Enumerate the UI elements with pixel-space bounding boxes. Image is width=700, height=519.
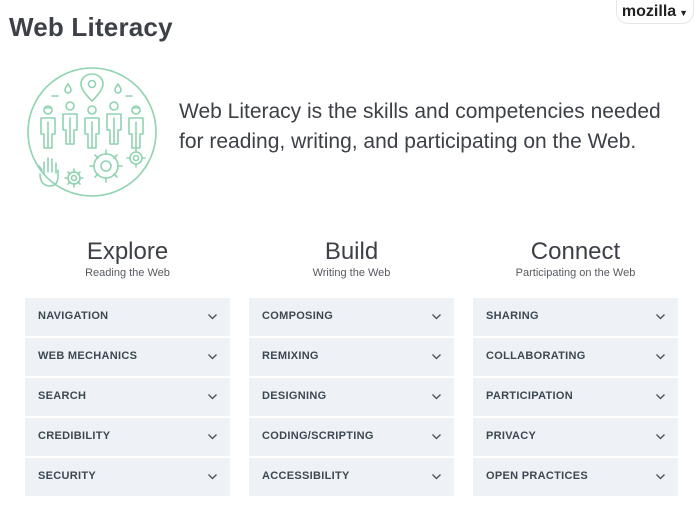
skill-item-label: SEARCH: [38, 390, 87, 402]
skill-item-label: CREDIBILITY: [38, 430, 111, 442]
skill-item-label: PRIVACY: [486, 430, 537, 442]
skill-item-designing[interactable]: DESIGNING: [249, 378, 454, 416]
skill-item-participation[interactable]: PARTICIPATION: [473, 378, 678, 416]
skill-item-collaborating[interactable]: COLLABORATING: [473, 338, 678, 376]
connect-column: Connect Participating on the Web SHARING…: [473, 238, 678, 498]
skill-item-label: OPEN PRACTICES: [486, 470, 588, 482]
skill-item-label: SHARING: [486, 310, 539, 322]
skill-item-label: COLLABORATING: [486, 350, 586, 362]
skill-item-credibility[interactable]: CREDIBILITY: [25, 418, 230, 456]
hero-description: Web Literacy is the skills and competenc…: [179, 100, 661, 153]
mozilla-logo-text: mozilla: [621, 2, 677, 20]
chevron-down-icon: [208, 473, 217, 479]
column-subtitle: Reading the Web: [85, 267, 170, 279]
column-subtitle: Writing the Web: [312, 267, 391, 279]
column-title: Build: [324, 238, 379, 265]
skill-item-label: DESIGNING: [262, 390, 327, 402]
chevron-down-icon: [432, 473, 441, 479]
skill-item-label: NAVIGATION: [38, 310, 109, 322]
explore-column: Explore Reading the Web NAVIGATION WEB M…: [25, 238, 230, 498]
skill-item-label: COMPOSING: [262, 310, 334, 322]
skill-item-web-mechanics[interactable]: WEB MECHANICS: [25, 338, 230, 376]
skill-item-label: PARTICIPATION: [486, 390, 574, 402]
chevron-down-icon: [656, 433, 665, 439]
skill-item-security[interactable]: SECURITY: [25, 458, 230, 496]
column-title: Explore: [86, 238, 169, 265]
skill-item-sharing[interactable]: SHARING: [473, 298, 678, 336]
skill-item-label: WEB MECHANICS: [38, 350, 138, 362]
chevron-down-icon: [208, 353, 217, 359]
chevron-down-icon: [432, 313, 441, 319]
skill-item-composing[interactable]: COMPOSING: [249, 298, 454, 336]
chevron-down-icon: [656, 353, 665, 359]
skill-item-search[interactable]: SEARCH: [25, 378, 230, 416]
page-title: Web Literacy: [9, 12, 173, 42]
chevron-down-icon: [208, 433, 217, 439]
skill-item-label: REMIXING: [262, 350, 319, 362]
skill-item-coding-scripting[interactable]: CODING/SCRIPTING: [249, 418, 454, 456]
chevron-down-icon: [208, 393, 217, 399]
chevron-down-icon: [656, 393, 665, 399]
chevron-down-icon: [432, 353, 441, 359]
chevron-down-icon: [656, 313, 665, 319]
chevron-down-icon: ▼: [679, 7, 689, 18]
column-title: Connect: [530, 238, 621, 265]
skill-item-accessibility[interactable]: ACCESSIBILITY: [249, 458, 454, 496]
column-subtitle: Participating on the Web: [515, 267, 636, 279]
people-community-icon: [27, 67, 157, 197]
skill-item-navigation[interactable]: NAVIGATION: [25, 298, 230, 336]
mozilla-menu-button[interactable]: mozilla ▼: [616, 0, 694, 24]
skill-item-label: SECURITY: [38, 470, 97, 482]
skill-item-label: ACCESSIBILITY: [262, 470, 350, 482]
skill-item-open-practices[interactable]: OPEN PRACTICES: [473, 458, 678, 496]
chevron-down-icon: [208, 313, 217, 319]
skill-list: COMPOSING REMIXING DESIGNING CODING/SCRI…: [249, 298, 454, 496]
chevron-down-icon: [432, 393, 441, 399]
skill-list: SHARING COLLABORATING PARTICIPATION PRIV…: [473, 298, 678, 496]
build-column: Build Writing the Web COMPOSING REMIXING…: [249, 238, 454, 498]
skill-item-privacy[interactable]: PRIVACY: [473, 418, 678, 456]
skill-item-label: CODING/SCRIPTING: [262, 430, 374, 442]
chevron-down-icon: [656, 473, 665, 479]
skill-item-remixing[interactable]: REMIXING: [249, 338, 454, 376]
chevron-down-icon: [432, 433, 441, 439]
skill-list: NAVIGATION WEB MECHANICS SEARCH CREDIBIL…: [25, 298, 230, 496]
